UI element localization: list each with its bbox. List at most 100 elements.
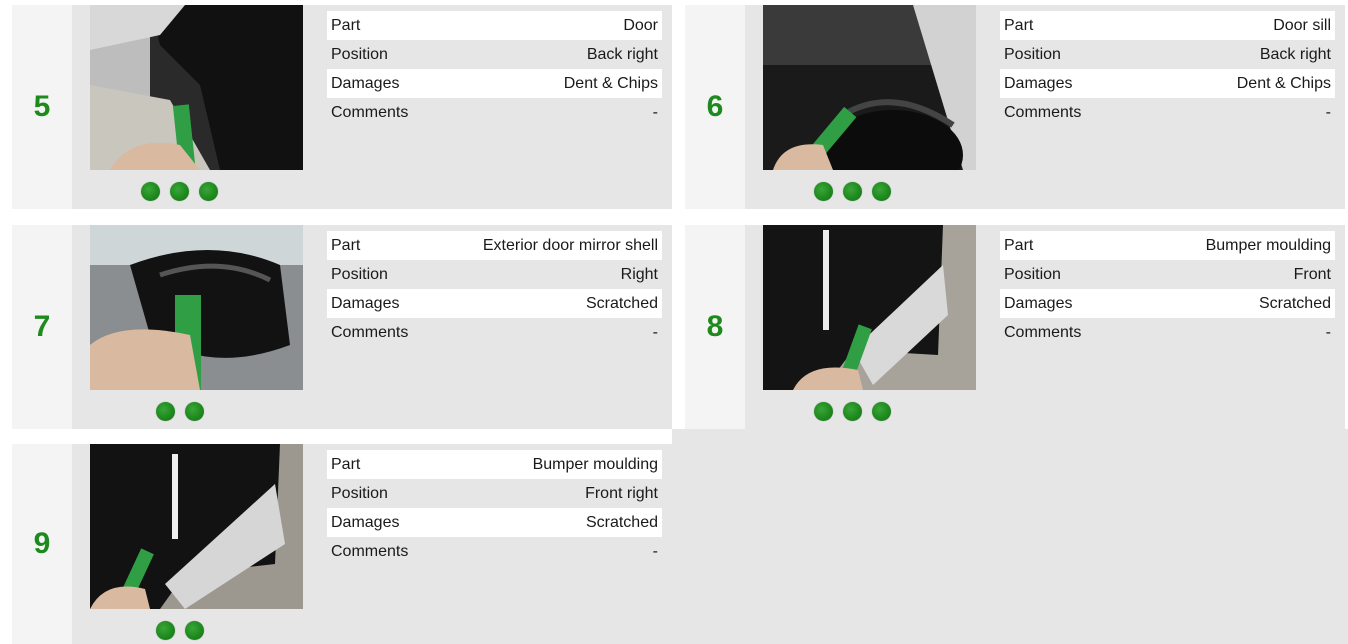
part-value: Bumper moulding [1205, 236, 1331, 254]
photo-dot[interactable] [814, 182, 833, 201]
damages-value: Dent & Chips [1236, 74, 1331, 92]
damage-number: 5 [33, 90, 51, 123]
damage-details: Part Door Position Back right Damages Dent … [327, 11, 662, 127]
damage-number: 7 [33, 310, 51, 343]
detail-row-damages: Damages Scratched [327, 289, 662, 318]
part-label: Part [331, 455, 361, 473]
damage-card-body: Part Bumper moulding Position Front Damage… [745, 225, 1345, 429]
photo-dot[interactable] [185, 402, 204, 421]
bumper-front-right-photo-image [90, 444, 303, 609]
photo-dot[interactable] [185, 621, 204, 640]
damage-photo[interactable] [763, 225, 976, 390]
photo-dot[interactable] [843, 402, 862, 421]
damage-card-7: 7 Part Exterior door mirror shell Positio… [12, 225, 672, 429]
photo-dot[interactable] [156, 402, 175, 421]
part-label: Part [331, 236, 361, 254]
comments-label: Comments [1004, 323, 1082, 341]
damage-photo[interactable] [763, 5, 976, 170]
photo-dot[interactable] [814, 402, 833, 421]
damage-number-column: 5 [12, 5, 72, 209]
photo-dot[interactable] [872, 182, 891, 201]
photo-indicator-dots [156, 402, 204, 421]
part-label: Part [1004, 236, 1034, 254]
comments-value: - [1325, 103, 1331, 121]
damage-card-body: Part Door Position Back right Damages Dent … [72, 5, 672, 209]
position-label: Position [331, 484, 388, 502]
damages-value: Dent & Chips [563, 74, 658, 92]
position-value: Front right [585, 484, 658, 502]
detail-row-position: Position Back right [327, 40, 662, 69]
damage-number-column: 8 [685, 225, 745, 429]
photo-dot[interactable] [199, 182, 218, 201]
detail-row-part: Part Exterior door mirror shell [327, 231, 662, 260]
comments-value: - [652, 323, 658, 341]
damages-value: Scratched [585, 294, 658, 312]
damage-card-9: 9 Part Bumper moulding Position Front righ… [12, 444, 672, 644]
photo-dot[interactable] [872, 402, 891, 421]
photo-dot[interactable] [141, 182, 160, 201]
damage-number: 9 [33, 527, 51, 560]
damage-card-body: Part Bumper moulding Position Front right … [72, 444, 672, 644]
door-sill-photo-image [763, 5, 976, 170]
comments-value: - [652, 542, 658, 560]
photo-indicator-dots [141, 182, 218, 201]
damages-label: Damages [331, 513, 400, 531]
photo-dot[interactable] [170, 182, 189, 201]
damage-photo[interactable] [90, 444, 303, 609]
damage-number: 6 [706, 90, 724, 123]
part-label: Part [331, 16, 361, 34]
detail-row-position: Position Front right [327, 479, 662, 508]
comments-value: - [1325, 323, 1331, 341]
part-value: Door sill [1273, 16, 1331, 34]
position-value: Back right [1259, 45, 1331, 63]
detail-row-position: Position Right [327, 260, 662, 289]
damages-label: Damages [331, 74, 400, 92]
comments-label: Comments [331, 542, 409, 560]
comments-label: Comments [331, 103, 409, 121]
damages-value: Scratched [585, 513, 658, 531]
position-value: Right [620, 265, 658, 283]
damage-card-body: Part Door sill Position Back right Damages… [745, 5, 1345, 209]
detail-row-damages: Damages Scratched [1000, 289, 1335, 318]
detail-row-position: Position Front [1000, 260, 1335, 289]
part-label: Part [1004, 16, 1034, 34]
detail-row-damages: Damages Dent & Chips [327, 69, 662, 98]
mirror-photo-image [90, 225, 303, 390]
detail-row-comments: Comments - [1000, 318, 1335, 347]
detail-row-part: Part Door sill [1000, 11, 1335, 40]
damage-details: Part Bumper moulding Position Front right … [327, 450, 662, 566]
damages-value: Scratched [1258, 294, 1331, 312]
position-value: Back right [586, 45, 658, 63]
empty-grid-area [672, 429, 1348, 644]
detail-row-comments: Comments - [1000, 98, 1335, 127]
detail-row-comments: Comments - [327, 318, 662, 347]
photo-dot[interactable] [843, 182, 862, 201]
damage-details: Part Door sill Position Back right Damages… [1000, 11, 1335, 127]
position-label: Position [331, 265, 388, 283]
damage-photo[interactable] [90, 225, 303, 390]
damage-photo[interactable] [90, 5, 303, 170]
comments-value: - [652, 103, 658, 121]
position-label: Position [1004, 45, 1061, 63]
damage-number-column: 9 [12, 444, 72, 644]
damages-label: Damages [331, 294, 400, 312]
damage-card-8: 8 Part Bumper moulding Position Front Dama… [685, 225, 1345, 429]
damage-card-body: Part Exterior door mirror shell Position R… [72, 225, 672, 429]
comments-label: Comments [1004, 103, 1082, 121]
detail-row-part: Part Bumper moulding [1000, 231, 1335, 260]
detail-row-comments: Comments - [327, 98, 662, 127]
part-value: Bumper moulding [532, 455, 658, 473]
damage-number-column: 6 [685, 5, 745, 209]
damage-details: Part Exterior door mirror shell Position R… [327, 231, 662, 347]
damages-label: Damages [1004, 74, 1073, 92]
damage-card-6: 6 Part Door sill Position Back right Damag… [685, 5, 1345, 209]
detail-row-part: Part Door [327, 11, 662, 40]
damage-details: Part Bumper moulding Position Front Damage… [1000, 231, 1335, 347]
position-value: Front [1293, 265, 1331, 283]
part-value: Door [623, 16, 658, 34]
damage-number-column: 7 [12, 225, 72, 429]
detail-row-comments: Comments - [327, 537, 662, 566]
detail-row-damages: Damages Dent & Chips [1000, 69, 1335, 98]
bumper-front-photo-image [763, 225, 976, 390]
photo-dot[interactable] [156, 621, 175, 640]
